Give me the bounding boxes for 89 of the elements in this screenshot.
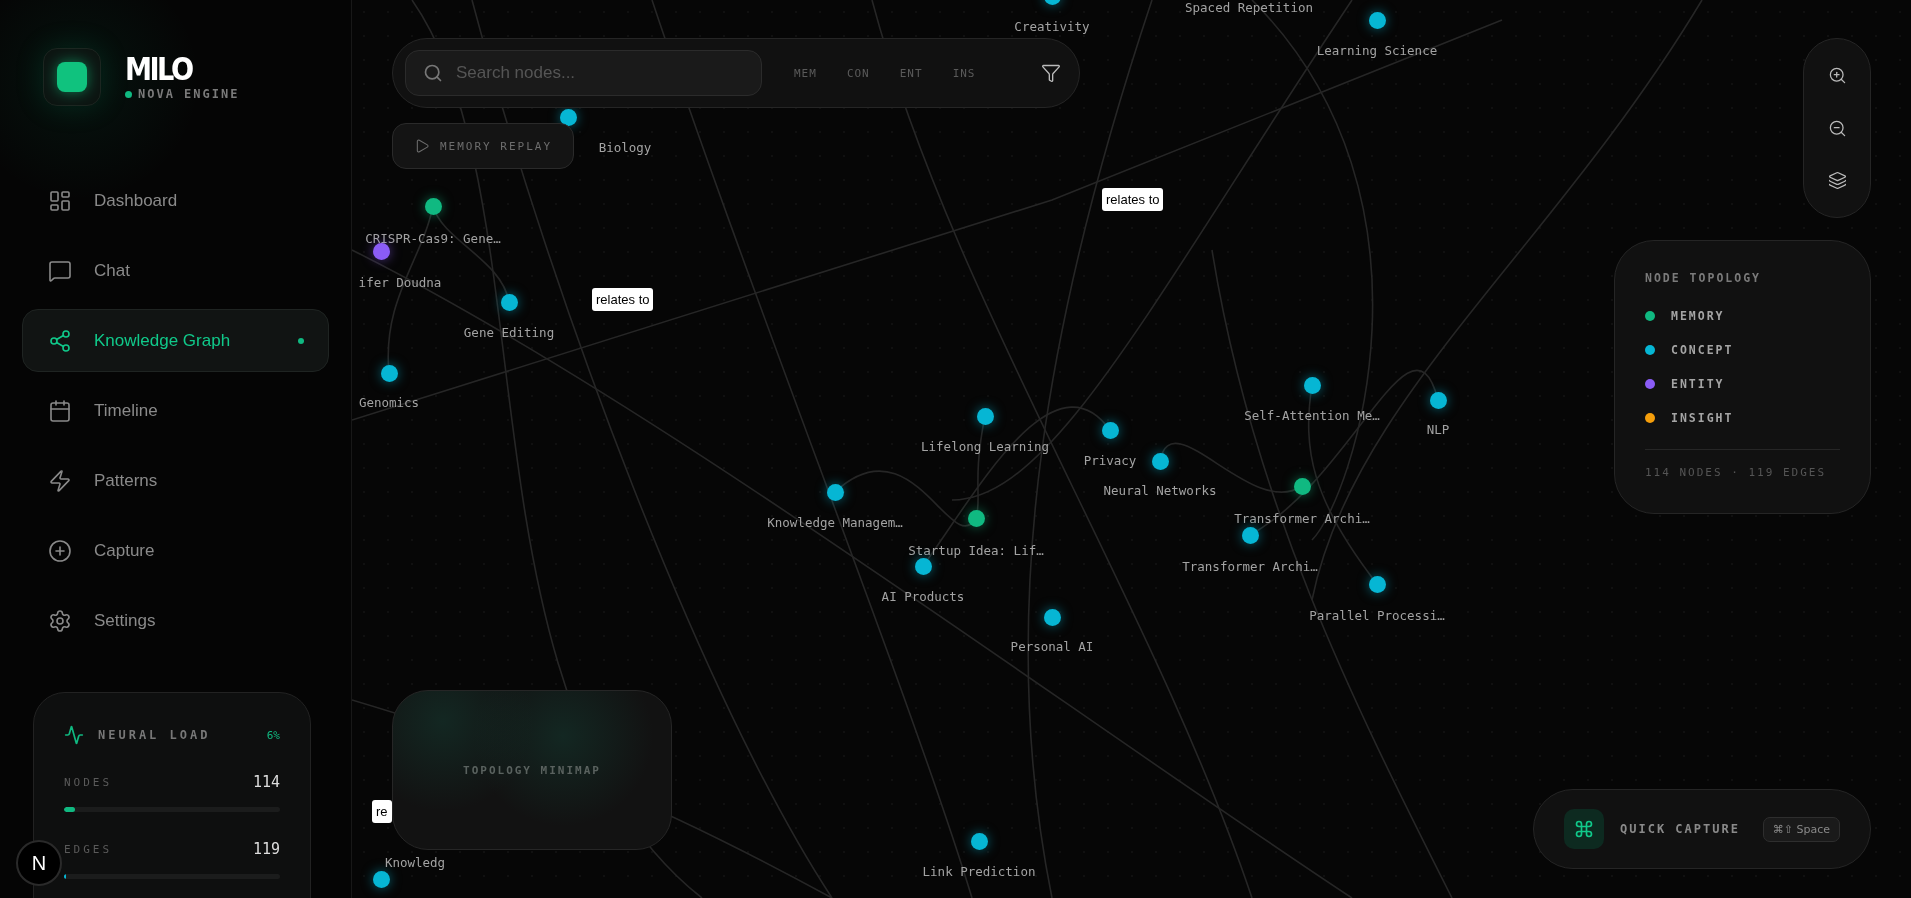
meter-label: NODES [64,775,113,789]
calendar-icon [48,398,72,423]
dashboard-icon [48,188,72,213]
graph-stats: 114 NODES · 119 EDGES [1645,449,1840,479]
edge-label: re [372,800,392,823]
active-dot-icon [298,337,304,344]
search-field[interactable]: Search nodes... [405,50,762,96]
zoom-in-icon [1827,66,1847,86]
load-percent: 6% [266,728,280,742]
node-label: Biology [598,140,652,156]
logo-icon [43,48,101,106]
node-label: Learning Science [1316,43,1438,59]
graph-node[interactable] [1430,392,1447,409]
meter-value: 119 [252,840,280,858]
graph-node[interactable] [1294,478,1311,495]
legend-label: INSIGHT [1671,411,1734,425]
card-title: NEURAL LOAD [98,728,212,742]
edge-label: relates to [592,288,654,311]
share-nodes-icon [48,328,72,353]
layers-icon [1827,170,1847,190]
meter-value: 114 [252,773,280,791]
zoom-out-icon [1827,118,1847,138]
meter-label: EDGES [64,842,113,856]
minimap-title: TOPOLOGY MINIMAP [463,763,601,777]
filter-icon [1041,63,1061,83]
node-label: Transformer Archi… [1182,559,1318,575]
node-label: Parallel Processi… [1309,608,1445,624]
node-label: Self-Attention Me… [1244,408,1380,424]
graph-node[interactable] [560,109,577,126]
lightning-icon [48,468,72,493]
app-title: MILO [125,53,193,85]
graph-node[interactable] [373,243,390,260]
legend-label: ENTITY [1671,377,1725,391]
graph-node[interactable] [915,558,932,575]
nav-item[interactable]: Settings [22,589,329,652]
graph-node[interactable] [1369,12,1386,29]
node-label: AI Products [881,589,965,605]
search-icon [423,63,443,83]
graph-node[interactable] [968,510,985,527]
node-label: Transformer Archi… [1234,511,1370,527]
edge-label: relates to [1102,188,1164,211]
graph-node[interactable] [425,198,442,215]
graph-node[interactable] [977,408,994,425]
node-label: NLP [1426,422,1450,438]
plus-circle-icon [48,538,72,563]
graph-node[interactable] [971,833,988,850]
memory-replay-button[interactable]: MEMORY REPLAY [392,123,574,169]
command-key-button[interactable] [1564,809,1604,849]
node-label: Knowledg [384,855,446,871]
node-label: Lifelong Learning [921,439,1049,455]
node-label: Startup Idea: Lif… [908,543,1044,559]
node-label: ifer Doudna [358,275,442,291]
node-label: Privacy [1083,453,1137,469]
graph-node[interactable] [501,294,518,311]
legend-title: NODE TOPOLOGY [1645,271,1762,285]
legend-label: CONCEPT [1671,343,1734,357]
graph-node[interactable] [1369,576,1386,593]
graph-node[interactable] [373,871,390,888]
graph-node[interactable] [381,365,398,382]
nav-item[interactable]: Dashboard [22,169,329,232]
node-label: Spaced Repetition [1185,0,1313,16]
status-dot-icon [125,90,132,98]
command-icon [1574,819,1594,839]
node-label: Personal AI [1010,639,1094,655]
node-label: Link Prediction [922,864,1036,880]
settings-icon [48,608,72,633]
app-subtitle: NOVA ENGINE [138,87,240,101]
shortcut-key: ⌘⇧ Space [1762,816,1840,842]
chat-bubble-icon [48,258,72,283]
graph-node[interactable] [1242,527,1259,544]
graph-node[interactable] [827,484,844,501]
graph-node[interactable] [1044,609,1061,626]
node-label: CRISPR-Cas9: Gene… [365,231,501,247]
graph-node[interactable] [1304,377,1321,394]
legend-label: MEMORY [1671,309,1725,323]
pulse-icon [64,725,84,745]
node-label: Genomics [358,395,420,411]
node-label: Gene Editing [463,325,555,341]
nav-item[interactable]: Chat [22,239,329,302]
nav-item[interactable]: Timeline [22,379,329,442]
nav-item[interactable]: Patterns [22,449,329,512]
node-label: Creativity [1014,19,1090,35]
graph-node[interactable] [1152,453,1169,470]
node-label: Knowledge Managem… [767,515,903,531]
nav-item[interactable]: Capture [22,519,329,582]
node-label: Neural Networks [1103,483,1217,499]
quick-capture-label: QUICK CAPTURE [1620,822,1741,836]
graph-node[interactable] [1102,422,1119,439]
nav-item[interactable]: Knowledge Graph [22,309,329,372]
